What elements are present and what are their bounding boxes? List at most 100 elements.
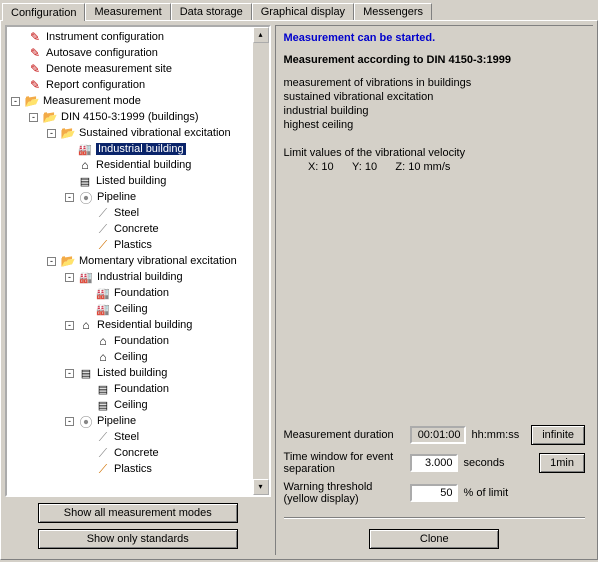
tree-item[interactable]: Report configuration xyxy=(46,79,145,91)
clone-button[interactable]: Clone xyxy=(369,529,499,549)
tree-item-selected[interactable]: Industrial building xyxy=(96,143,186,155)
material-icon: ⟋ xyxy=(95,446,111,461)
description-title: Measurement according to DIN 4150-3:1999 xyxy=(284,54,585,66)
tree-view[interactable]: ✎Instrument configuration ✎Autosave conf… xyxy=(5,25,271,497)
tree-item[interactable]: Plastics xyxy=(114,463,152,475)
tree-item[interactable]: Pipeline xyxy=(97,415,136,427)
tree-item[interactable]: Foundation xyxy=(114,287,169,299)
separator xyxy=(284,517,585,519)
tree-item[interactable]: Pipeline xyxy=(97,191,136,203)
tree-item[interactable]: Listed building xyxy=(96,175,166,187)
tree-item[interactable]: Autosave configuration xyxy=(46,47,158,59)
show-all-modes-button[interactable]: Show all measurement modes xyxy=(38,503,238,523)
tree-item[interactable]: Measurement mode xyxy=(43,95,141,107)
desc-line: measurement of vibrations in buildings xyxy=(284,76,585,90)
scroll-up-icon[interactable]: ▴ xyxy=(253,27,269,43)
tree-item[interactable]: Steel xyxy=(114,207,139,219)
tab-messengers[interactable]: Messengers xyxy=(354,3,432,20)
warning-unit: % of limit xyxy=(464,487,509,499)
tree-item[interactable]: Momentary vibrational excitation xyxy=(79,255,237,267)
collapse-toggle[interactable]: - xyxy=(29,113,38,122)
material-icon: ⟋ xyxy=(95,206,111,221)
scrollbar-vertical[interactable]: ▴ ▾ xyxy=(253,27,269,495)
pencil-icon: ✎ xyxy=(27,62,43,76)
collapse-toggle[interactable]: - xyxy=(65,193,74,202)
infinite-button[interactable]: infinite xyxy=(531,425,585,445)
listed-icon: ▤ xyxy=(78,367,94,380)
material-icon: ⟋ xyxy=(95,462,111,477)
tab-configuration[interactable]: Configuration xyxy=(2,3,85,21)
tree-item[interactable]: Listed building xyxy=(97,367,167,379)
collapse-toggle[interactable]: - xyxy=(65,273,74,282)
pencil-icon: ✎ xyxy=(27,46,43,60)
folder-icon: 📂 xyxy=(60,254,76,268)
tab-strip: Configuration Measurement Data storage G… xyxy=(0,0,598,20)
warning-input[interactable] xyxy=(410,484,458,502)
timewindow-label: Time window for event separation xyxy=(284,451,404,475)
tab-measurement[interactable]: Measurement xyxy=(85,3,170,20)
tab-graphical-display[interactable]: Graphical display xyxy=(252,3,354,20)
desc-line: industrial building xyxy=(284,104,585,118)
tree-item[interactable]: Ceiling xyxy=(114,399,148,411)
tree-item[interactable]: Foundation xyxy=(114,335,169,347)
house-icon: ⌂ xyxy=(95,350,111,364)
material-icon: ⟋ xyxy=(95,238,111,253)
timewindow-unit: seconds xyxy=(464,457,505,469)
pencil-icon: ✎ xyxy=(27,78,43,92)
tree-item[interactable]: Denote measurement site xyxy=(46,63,172,75)
industrial-icon: 🏭 xyxy=(77,143,93,156)
duration-input[interactable] xyxy=(410,426,466,444)
folder-icon: 📂 xyxy=(24,94,40,108)
tree-item[interactable]: Concrete xyxy=(114,447,159,459)
duration-unit: hh:mm:ss xyxy=(472,429,520,441)
tree-item[interactable]: Steel xyxy=(114,431,139,443)
limit-label: Limit values of the vibrational velocity xyxy=(284,146,585,160)
collapse-toggle[interactable]: - xyxy=(47,129,56,138)
folder-icon: 📂 xyxy=(60,126,76,140)
tree-item[interactable]: Plastics xyxy=(114,239,152,251)
warning-label: Warning threshold (yellow display) xyxy=(284,481,404,505)
timewindow-input[interactable] xyxy=(410,454,458,472)
pipeline-icon: ⦿ xyxy=(78,412,94,431)
tree-item[interactable]: Instrument configuration xyxy=(46,31,164,43)
folder-icon: 📂 xyxy=(42,110,58,124)
listed-icon: ▤ xyxy=(95,399,111,412)
pencil-icon: ✎ xyxy=(27,30,43,44)
main-panel: ✎Instrument configuration ✎Autosave conf… xyxy=(0,20,598,560)
listed-icon: ▤ xyxy=(95,383,111,396)
status-line: Measurement can be started. xyxy=(284,32,585,44)
limit-values: X: 10 Y: 10 Z: 10 mm/s xyxy=(284,160,585,174)
tree-item[interactable]: DIN 4150-3:1999 (buildings) xyxy=(61,111,199,123)
tree-item[interactable]: Residential building xyxy=(97,319,192,331)
tree-item[interactable]: Ceiling xyxy=(114,351,148,363)
tree-item[interactable]: Concrete xyxy=(114,223,159,235)
duration-label: Measurement duration xyxy=(284,429,404,441)
tree-item[interactable]: Ceiling xyxy=(114,303,148,315)
tree-item[interactable]: Sustained vibrational excitation xyxy=(79,127,231,139)
industrial-icon: 🏭 xyxy=(78,271,94,284)
show-only-standards-button[interactable]: Show only standards xyxy=(38,529,238,549)
tree-item[interactable]: Residential building xyxy=(96,159,191,171)
collapse-toggle[interactable]: - xyxy=(65,417,74,426)
tree-item[interactable]: Foundation xyxy=(114,383,169,395)
collapse-toggle[interactable]: - xyxy=(47,257,56,266)
right-column: Measurement can be started. Measurement … xyxy=(275,25,593,555)
scroll-down-icon[interactable]: ▾ xyxy=(253,479,269,495)
description-body: measurement of vibrations in buildings s… xyxy=(284,76,585,174)
tab-data-storage[interactable]: Data storage xyxy=(171,3,252,20)
collapse-toggle[interactable]: - xyxy=(11,97,20,106)
listed-icon: ▤ xyxy=(77,175,93,188)
desc-line: sustained vibrational excitation xyxy=(284,90,585,104)
collapse-toggle[interactable]: - xyxy=(65,369,74,378)
house-icon: ⌂ xyxy=(77,158,93,172)
industrial-icon: 🏭 xyxy=(95,287,111,300)
onemin-button[interactable]: 1min xyxy=(539,453,585,473)
desc-line: highest ceiling xyxy=(284,118,585,132)
house-icon: ⌂ xyxy=(95,334,111,348)
collapse-toggle[interactable]: - xyxy=(65,321,74,330)
tree-item[interactable]: Industrial building xyxy=(97,271,183,283)
left-column: ✎Instrument configuration ✎Autosave conf… xyxy=(5,25,271,555)
industrial-icon: 🏭 xyxy=(95,303,111,316)
pipeline-icon: ⦿ xyxy=(78,188,94,207)
material-icon: ⟋ xyxy=(95,430,111,445)
